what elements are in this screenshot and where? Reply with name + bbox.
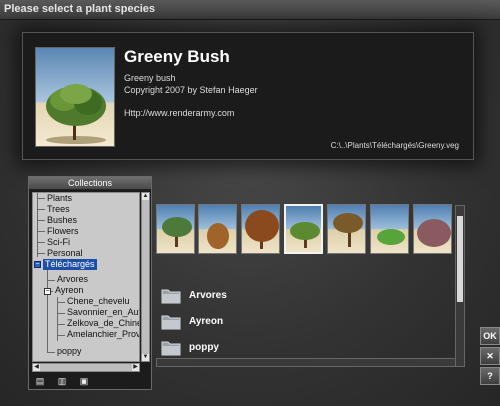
plant-info-panel: Greeny Bush Greeny bush Copyright 2007 b… (22, 32, 474, 160)
tree-item-zelkova[interactable]: Zelkova_de_Chine (67, 318, 139, 329)
tree-item-ayreon[interactable]: Ayreon (55, 285, 83, 296)
tree-item-flowers[interactable]: Flowers (47, 226, 79, 237)
tree-vertical-scrollbar[interactable]: ▲ ▼ (141, 192, 150, 362)
species-thumbnail-strip (156, 204, 456, 256)
cancel-button[interactable]: ✕ (480, 347, 500, 365)
species-thumbnail[interactable] (327, 204, 366, 254)
folder-label: poppy (189, 342, 219, 353)
browser-vertical-scrollbar[interactable] (455, 205, 465, 367)
tree-item-plants[interactable]: Plants (47, 193, 72, 204)
scroll-left-icon[interactable]: ◀ (33, 364, 40, 371)
folder-icon (161, 341, 181, 356)
tree-item-personal[interactable]: Personal (47, 248, 83, 259)
tree-item-trees[interactable]: Trees (47, 204, 70, 215)
help-button[interactable]: ? (480, 367, 500, 385)
tree-item-telecharges[interactable]: Téléchargés (43, 259, 97, 270)
plant-name: Greeny Bush (124, 47, 230, 66)
tree-item-savonnier[interactable]: Savonnier_en_Auto (67, 307, 139, 318)
scroll-right-icon[interactable]: ▶ (132, 364, 139, 371)
tree-item-sci-fi[interactable]: Sci-Fi (47, 237, 70, 248)
scroll-down-icon[interactable]: ▼ (142, 354, 149, 361)
collections-tree[interactable]: Plants Trees Bushes Flowers Sci-Fi Perso… (32, 192, 140, 362)
plant-copyright: Copyright 2007 by Stefan Haeger (124, 85, 258, 95)
tree-item-chene-chevelu[interactable]: Chene_chevelu (67, 296, 130, 307)
tree-item-arvores[interactable]: Arvores (57, 274, 88, 285)
species-thumbnail[interactable] (370, 204, 409, 254)
ok-button[interactable]: OK (480, 327, 500, 345)
folder-icon (161, 289, 181, 304)
plant-url[interactable]: Http://www.renderarmy.com (124, 108, 234, 118)
window-title: Please select a plant species (4, 3, 156, 15)
species-thumbnail[interactable] (156, 204, 195, 254)
plant-file-path: C:\..\Plants\Téléchargés\Greeny.veg (330, 141, 459, 150)
scrollbar-thumb[interactable] (457, 216, 463, 302)
collections-header: Collections (29, 177, 151, 190)
species-thumbnail[interactable] (198, 204, 237, 254)
plant-preview-image (35, 47, 115, 147)
scroll-up-icon[interactable]: ▲ (142, 193, 149, 200)
species-thumbnail[interactable] (413, 204, 452, 254)
tree-item-amelanchier[interactable]: Amelanchier_Prove (67, 329, 139, 340)
collapse-telecharges-icon[interactable]: − (34, 261, 41, 268)
browser-horizontal-scrollbar[interactable] (156, 358, 456, 367)
tree-horizontal-scrollbar[interactable]: ◀ ▶ (32, 363, 140, 372)
collections-panel: Collections Plants Trees Bushes Flowers … (28, 176, 152, 390)
plant-description: Greeny bush (124, 73, 176, 83)
new-collection-icon[interactable]: ▤ (34, 376, 46, 387)
collapse-ayreon-icon[interactable]: − (44, 288, 51, 295)
add-folder-icon[interactable]: ▣ (78, 376, 90, 387)
trash-icon[interactable]: ▥ (56, 376, 68, 387)
species-thumbnail[interactable] (241, 204, 280, 254)
tree-item-poppy[interactable]: poppy (57, 346, 82, 357)
species-thumbnail-selected[interactable] (284, 204, 323, 254)
folder-label: Ayreon (189, 316, 224, 327)
folder-label: Arvores (189, 290, 227, 301)
title-bar: Please select a plant species (0, 0, 500, 20)
folder-icon (161, 315, 181, 330)
tree-item-bushes[interactable]: Bushes (47, 215, 77, 226)
